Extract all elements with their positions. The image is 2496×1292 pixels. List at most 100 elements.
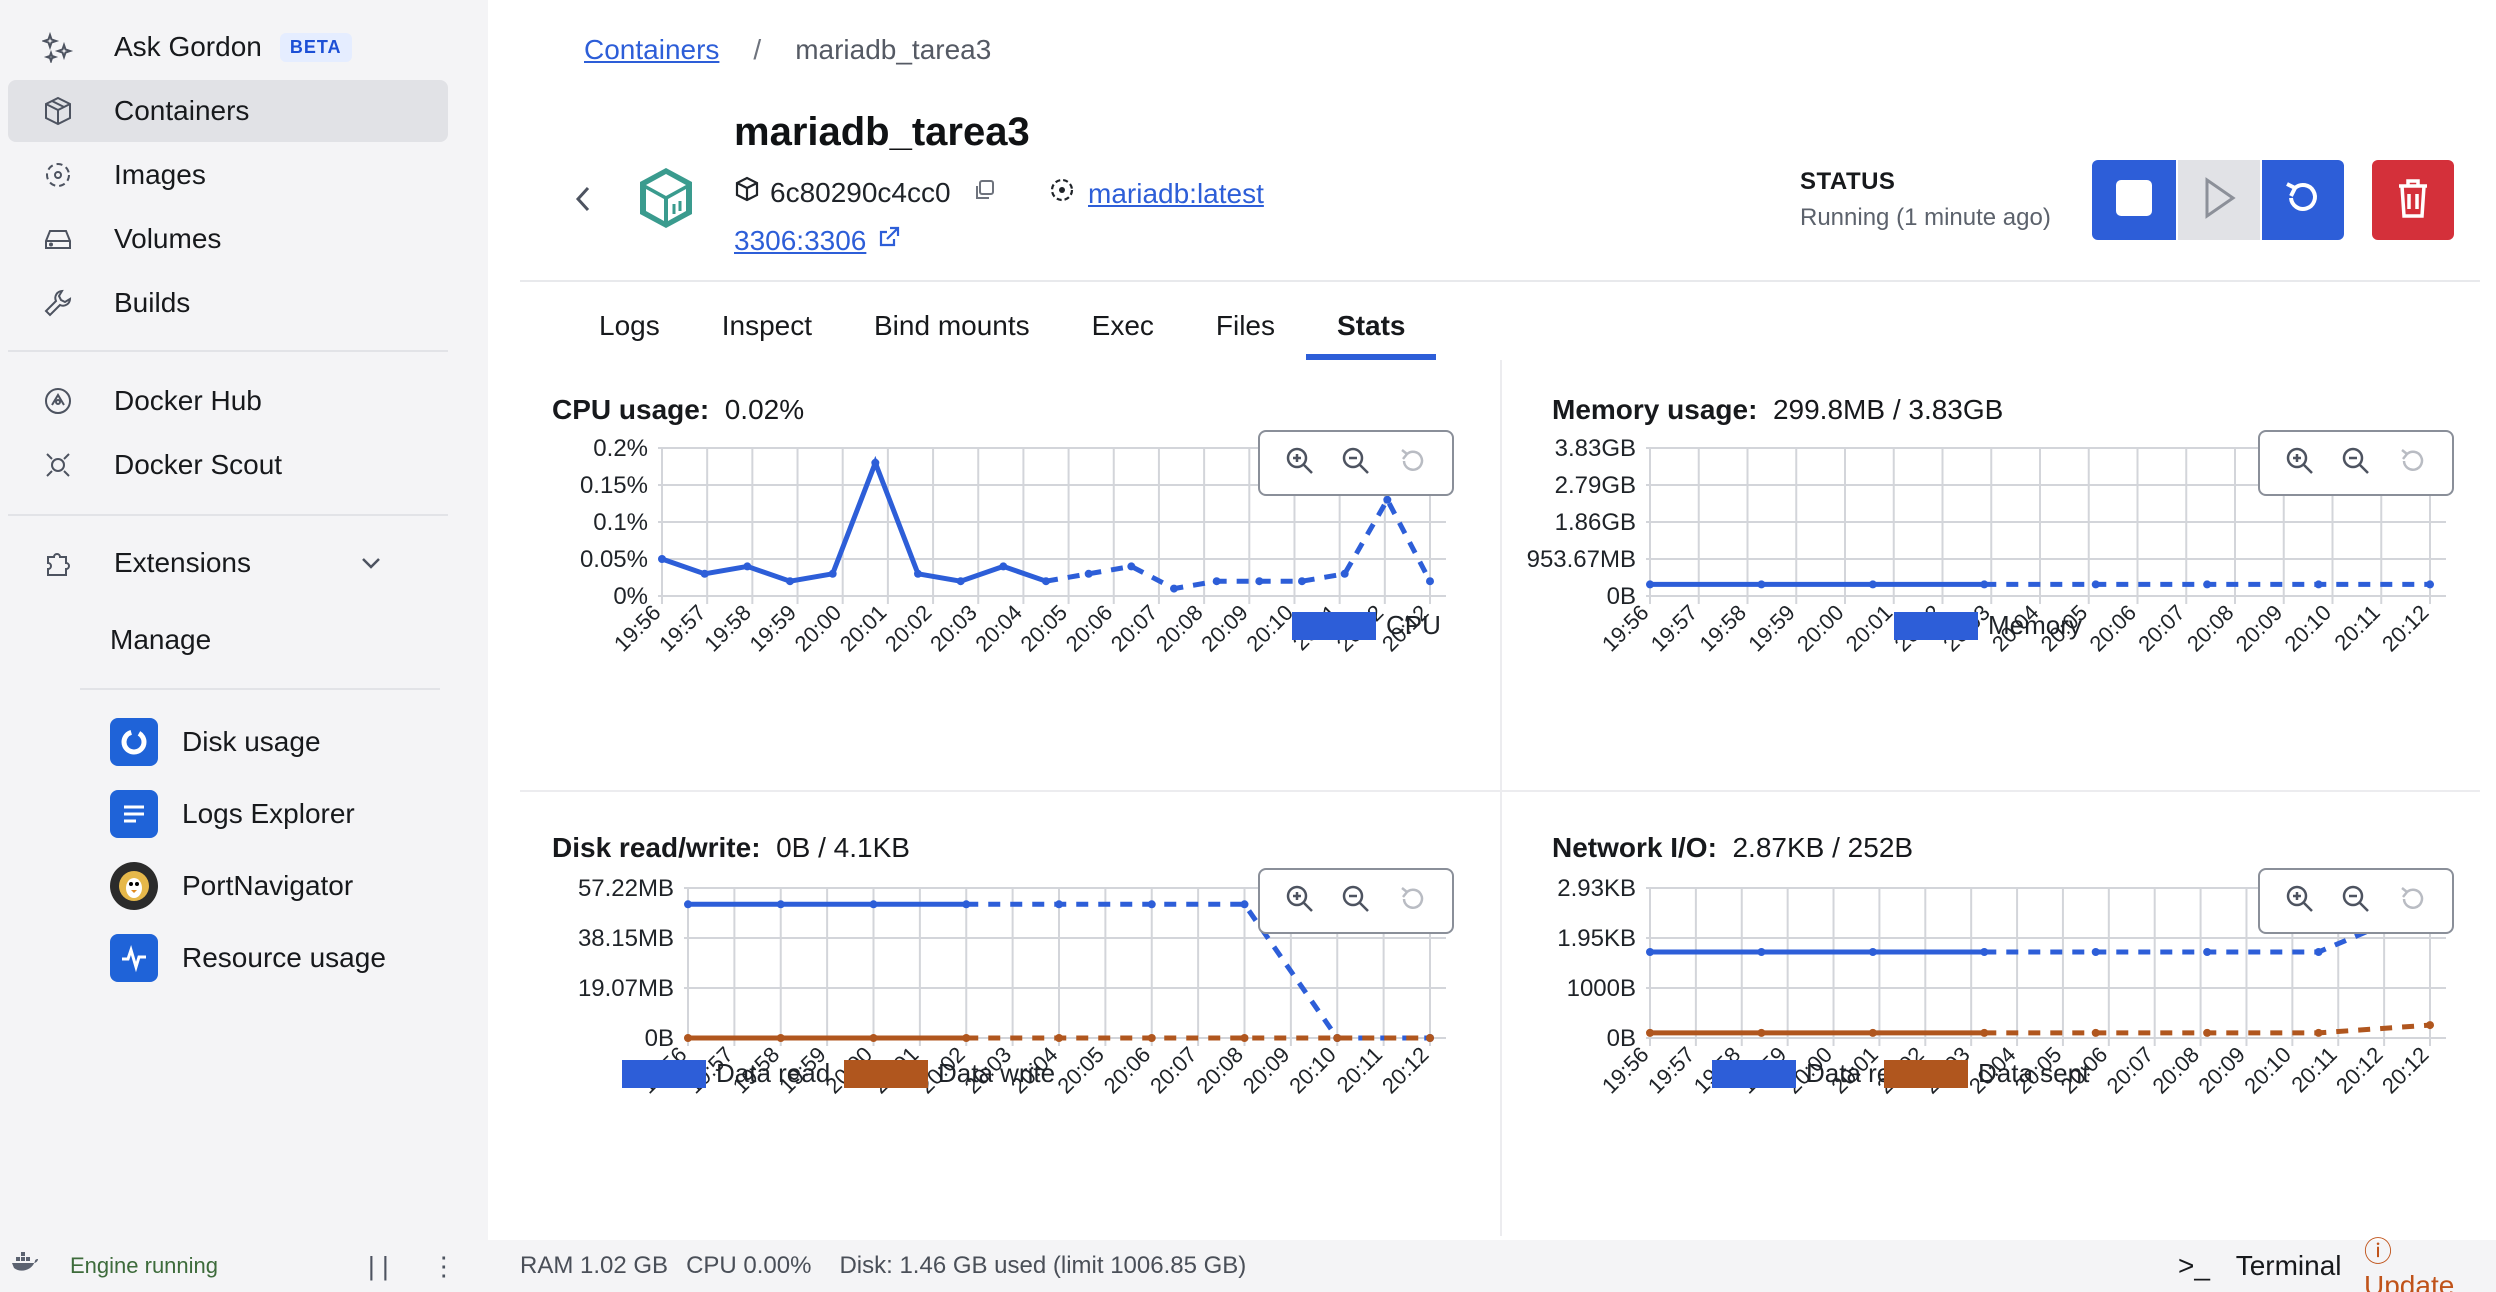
- start-button[interactable]: [2178, 160, 2260, 240]
- x-tick-label: 20:07: [1145, 1042, 1202, 1099]
- external-link-icon[interactable]: [876, 224, 902, 257]
- reset-zoom-icon[interactable]: [2395, 882, 2429, 921]
- legend-swatch: [1712, 1060, 1796, 1088]
- update-button[interactable]: ⓘ Update: [2364, 1230, 2478, 1292]
- legend-swatch: [1894, 612, 1978, 640]
- extension-disk-usage[interactable]: Disk usage: [110, 714, 321, 770]
- data-point: [1383, 495, 1392, 504]
- data-point: [2314, 580, 2323, 589]
- zoom-out-icon[interactable]: [2339, 444, 2373, 483]
- zoom-in-icon[interactable]: [2283, 444, 2317, 483]
- logs-explorer-icon: [110, 790, 158, 838]
- zoom-in-icon[interactable]: [1283, 444, 1317, 483]
- extension-resource-usage[interactable]: Resource usage: [110, 930, 386, 986]
- delete-button[interactable]: [2372, 160, 2454, 240]
- data-point: [1340, 569, 1349, 578]
- x-tick-label: 20:05: [1052, 1042, 1109, 1099]
- sidebar-item-docker-scout[interactable]: Docker Scout: [8, 434, 448, 496]
- disk-title-label: Disk read/write:: [552, 832, 761, 863]
- info-icon: ⓘ: [2364, 1236, 2393, 1267]
- zoom-in-icon[interactable]: [1283, 882, 1317, 921]
- sidebar-item-docker-hub[interactable]: Docker Hub: [8, 370, 448, 432]
- x-tick-label: 20:12: [2377, 1042, 2434, 1099]
- data-point: [1868, 580, 1877, 589]
- status-label: STATUS: [1800, 168, 1896, 195]
- sidebar-item-volumes[interactable]: Volumes: [8, 208, 448, 270]
- y-tick-label: 0.2%: [593, 435, 648, 462]
- legend-swatch: [1884, 1060, 1968, 1088]
- x-tick-label: 20:06: [2084, 600, 2141, 657]
- legend-swatch: [844, 1060, 928, 1088]
- data-point: [1127, 562, 1136, 571]
- restart-button[interactable]: [2262, 160, 2344, 240]
- data-point: [1240, 1034, 1249, 1042]
- data-point: [1646, 947, 1654, 956]
- y-tick-label: 0.05%: [580, 546, 648, 573]
- data-point: [2314, 947, 2323, 956]
- data-point: [914, 569, 922, 578]
- tab-bar: Logs Inspect Bind mounts Exec Files Stat…: [568, 300, 1437, 360]
- y-tick-label: 953.67MB: [1527, 546, 1636, 573]
- zoom-out-icon[interactable]: [1339, 882, 1373, 921]
- x-tick-label: 20:10: [2279, 600, 2336, 657]
- x-tick-label: 20:01: [835, 600, 892, 657]
- x-tick-label: 20:11: [2329, 600, 2384, 655]
- play-icon: [2199, 176, 2239, 225]
- back-chevron-icon[interactable]: [570, 182, 596, 221]
- sidebar-item-containers[interactable]: Containers: [8, 80, 448, 142]
- sidebar-item-label: Volumes: [114, 223, 222, 254]
- tab-bind-mounts[interactable]: Bind mounts: [843, 300, 1061, 360]
- tab-stats[interactable]: Stats: [1306, 300, 1437, 360]
- breadcrumb-containers-link[interactable]: Containers: [584, 34, 719, 66]
- tab-files[interactable]: Files: [1185, 300, 1306, 360]
- reset-zoom-icon[interactable]: [1395, 882, 1429, 921]
- data-point: [1055, 900, 1063, 909]
- sidebar-item-extensions[interactable]: Extensions: [8, 532, 448, 594]
- data-point: [1147, 1034, 1156, 1042]
- more-vertical-icon[interactable]: ⋮: [431, 1251, 457, 1282]
- engine-status[interactable]: Engine running | | ⋮: [0, 1240, 488, 1292]
- zoom-out-icon[interactable]: [1339, 444, 1373, 483]
- stop-button[interactable]: [2092, 160, 2176, 240]
- disk-rw-title: Disk read/write: 0B / 4.1KB: [552, 832, 910, 864]
- chevron-down-icon[interactable]: [358, 550, 384, 583]
- pause-icon[interactable]: | |: [368, 1251, 389, 1282]
- sidebar-item-images[interactable]: Images: [8, 144, 448, 206]
- scout-icon: [38, 445, 78, 485]
- x-tick-label: 20:09: [2193, 1042, 2250, 1099]
- tab-inspect[interactable]: Inspect: [691, 300, 843, 360]
- sidebar-item-ask-gordon[interactable]: Ask Gordon BETA: [8, 16, 448, 78]
- x-tick-label: 19:58: [1694, 600, 1751, 657]
- x-tick-label: 20:08: [2182, 600, 2239, 657]
- tab-logs[interactable]: Logs: [568, 300, 691, 360]
- copy-icon[interactable]: [973, 177, 997, 209]
- network-io-title: Network I/O: 2.87KB / 252B: [1552, 832, 1913, 864]
- network-zoom-toolbox: [2258, 868, 2454, 934]
- extension-portnavigator[interactable]: PortNavigator: [110, 858, 353, 914]
- manage-extensions-link[interactable]: Manage: [110, 612, 211, 668]
- data-point: [658, 555, 666, 563]
- ram-usage: RAM 1.02 GB: [520, 1252, 669, 1279]
- sidebar-item-label: Containers: [114, 95, 250, 126]
- zoom-out-icon[interactable]: [2339, 882, 2373, 921]
- extension-logs-explorer[interactable]: Logs Explorer: [110, 786, 355, 842]
- series-line-gap: [1045, 494, 1433, 592]
- x-tick-label: 20:07: [1106, 600, 1163, 657]
- reset-zoom-icon[interactable]: [1395, 444, 1429, 483]
- data-point: [2203, 947, 2212, 956]
- x-tick-label: 20:10: [1284, 1042, 1341, 1099]
- port-link[interactable]: 3306:3306: [734, 225, 866, 257]
- cpu-title-label: CPU usage:: [552, 394, 710, 425]
- cpu-zoom-toolbox: [1258, 430, 1454, 496]
- zoom-in-icon[interactable]: [2283, 882, 2317, 921]
- engine-status-label: Engine running: [70, 1253, 219, 1278]
- breadcrumb: Containers / mariadb_tarea3: [584, 34, 991, 66]
- x-tick-label: 20:00: [790, 600, 847, 657]
- y-tick-label: 0.15%: [580, 472, 648, 499]
- tab-exec[interactable]: Exec: [1061, 300, 1185, 360]
- terminal-button[interactable]: >_ Terminal: [2178, 1250, 2360, 1282]
- sidebar-item-builds[interactable]: Builds: [8, 272, 448, 334]
- container-image-link[interactable]: mariadb:latest: [1088, 178, 1264, 210]
- sidebar-item-label: Extensions: [114, 547, 251, 578]
- reset-zoom-icon[interactable]: [2395, 444, 2429, 483]
